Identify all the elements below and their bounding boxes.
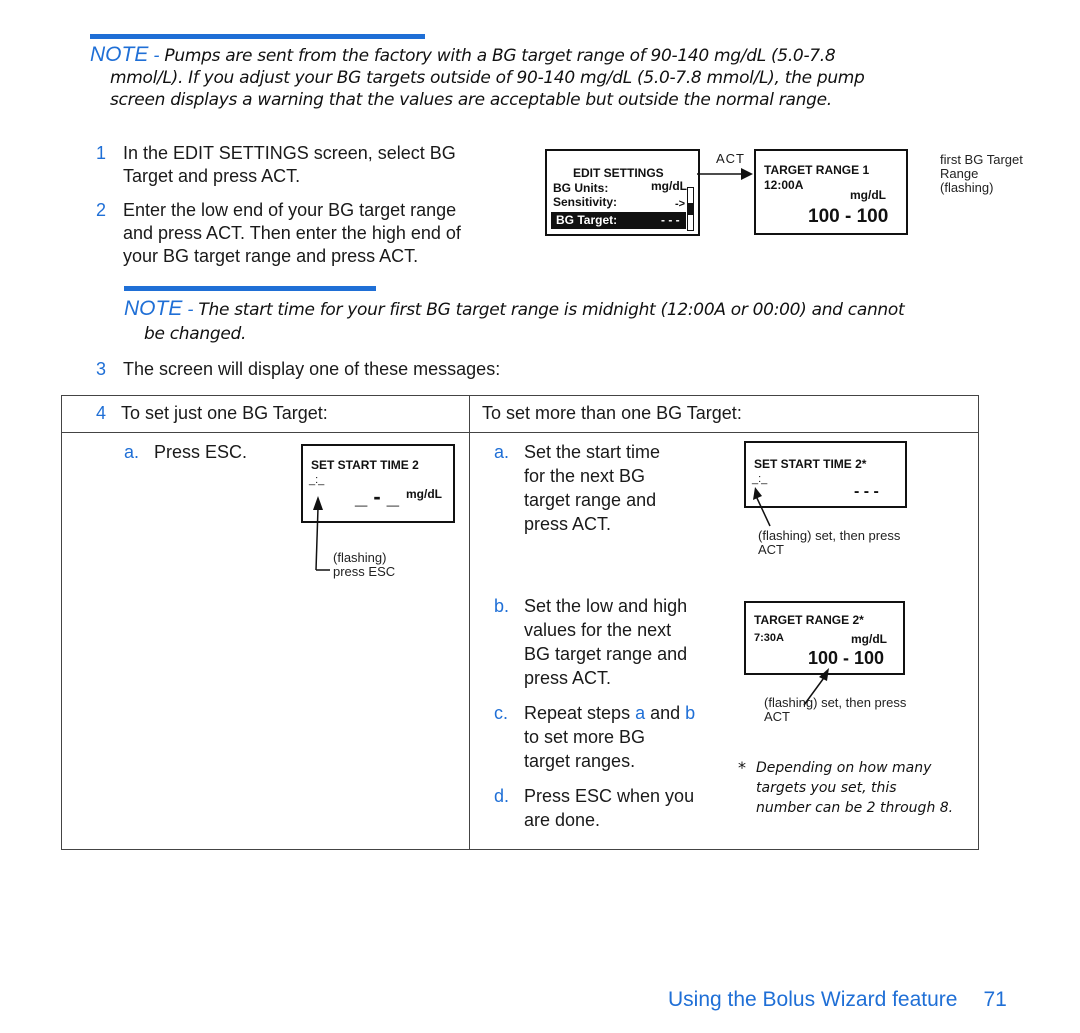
col2-item-b: b. Set the low and high values for the n… xyxy=(494,596,688,688)
screen-time: 12:00A xyxy=(764,178,804,192)
step-ref-b: b xyxy=(685,703,696,723)
screen-row-label: Sensitivity: xyxy=(553,195,618,209)
screen-title: SET START TIME 2 xyxy=(311,458,419,472)
note-line: Pumps are sent from the factory with a B… xyxy=(164,46,836,66)
page-number: 71 xyxy=(983,988,1007,1011)
target-range-2-star-screen: TARGET RANGE 2* 7:30A mg/dL 100 - 100 xyxy=(744,601,905,675)
screen-time: _:_ xyxy=(309,474,325,486)
screen-row-value: - - - xyxy=(661,213,680,227)
col2-header: To set more than one BG Target: xyxy=(482,403,742,423)
screen-units: mg/dL xyxy=(850,188,886,202)
step-2: 2 Enter the low end of your BG target ra… xyxy=(96,200,461,266)
col2-item-a: a. Set the start time for the next BG ta… xyxy=(494,442,661,534)
col1-item-a: a. Press ESC. xyxy=(124,442,248,462)
note-line: be changed. xyxy=(144,324,247,344)
note-start-time: NOTE - The start time for your first BG … xyxy=(124,298,1074,345)
step-number: 1 xyxy=(96,143,107,163)
screen-value: 100 - 100 xyxy=(808,648,885,668)
screen-row-label: BG Units: xyxy=(553,181,609,195)
screen-units: mg/dL xyxy=(406,487,442,501)
target-range-1-caption: first BG Target Range (flashing) xyxy=(940,152,1023,195)
step-ref-a: a xyxy=(635,703,646,723)
step-3: 3 The screen will display one of these m… xyxy=(96,359,501,379)
screen-row-value: -> xyxy=(675,198,686,210)
page-footer: Using the Bolus Wizard feature 71 xyxy=(668,988,1007,1012)
screen-title: SET START TIME 2* xyxy=(754,457,867,471)
screen-time: _:_ xyxy=(752,473,768,485)
screen-value: - - - xyxy=(854,483,879,500)
note-line: mmol/L). If you adjust your BG targets o… xyxy=(110,68,865,88)
screen-title: TARGET RANGE 1 xyxy=(764,163,870,177)
step-1: 1 In the EDIT SETTINGS screen, select BG… xyxy=(96,143,456,186)
col1-caption: (flashing) press ESC xyxy=(333,550,396,579)
col1-header: 4 To set just one BG Target: xyxy=(96,403,328,423)
note-divider-bar xyxy=(90,34,425,39)
pointer-arrow-icon xyxy=(753,487,771,527)
target-range-1-screen: TARGET RANGE 1 12:00A mg/dL 100 - 100 xyxy=(754,149,908,235)
screen-units: mg/dL xyxy=(851,632,887,646)
col2-caption-b: (flashing) set, then press ACT xyxy=(764,695,907,724)
screen-time: 7:30A xyxy=(754,632,784,644)
note-divider-bar xyxy=(124,286,376,291)
note-label: NOTE xyxy=(90,43,149,66)
col2-item-c: c. Repeat steps a and b to set more BG t… xyxy=(494,703,696,771)
col2-caption-a: (flashing) set, then press ACT xyxy=(758,528,901,557)
step-number: 4 xyxy=(96,403,107,423)
footnote-mark: * xyxy=(738,758,746,777)
screen-value: 100 - 100 xyxy=(808,206,889,227)
act-arrow-label: ACT xyxy=(716,151,745,166)
col2-item-d: d. Press ESC when you are done. xyxy=(494,786,695,830)
section-title: Using the Bolus Wizard feature xyxy=(668,988,958,1011)
table-header-divider xyxy=(61,432,979,433)
edit-settings-screen: EDIT SETTINGS BG Units: mg/dL Sensitivit… xyxy=(545,149,700,236)
step-number: 2 xyxy=(96,200,107,220)
screen-value: _ - _ xyxy=(355,484,400,509)
screen-title: TARGET RANGE 2* xyxy=(754,613,864,627)
screen-row-label: BG Target: xyxy=(556,213,618,227)
screen-title: EDIT SETTINGS xyxy=(573,166,664,180)
screen-row-value: mg/dL xyxy=(651,179,687,193)
table-column-divider xyxy=(469,395,470,850)
step-number: 3 xyxy=(96,359,107,379)
note-label: NOTE xyxy=(124,297,183,320)
note-line: screen displays a warning that the value… xyxy=(110,90,832,110)
note-line: The start time for your first BG target … xyxy=(198,300,905,320)
arrow-right-icon xyxy=(697,168,753,180)
scrollbar-thumb xyxy=(688,203,694,215)
note-factory-range: NOTE - Pumps are sent from the factory w… xyxy=(90,44,1070,111)
